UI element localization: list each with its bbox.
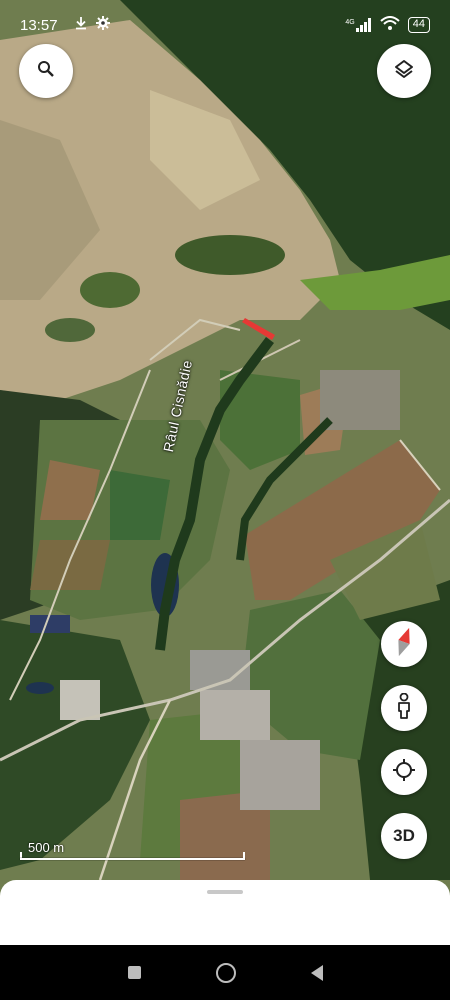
download-icon xyxy=(74,16,88,34)
compass-button[interactable] xyxy=(381,621,427,667)
home-button[interactable] xyxy=(215,962,236,983)
compass-icon xyxy=(395,627,413,662)
cellular-signal-icon: 4G xyxy=(345,18,371,32)
recents-button[interactable] xyxy=(127,966,141,979)
bottom-sheet[interactable] xyxy=(0,880,450,945)
network-type: 4G xyxy=(345,19,355,26)
scale-line xyxy=(20,858,245,860)
search-icon xyxy=(37,60,55,83)
back-button[interactable] xyxy=(310,964,323,981)
my-location-icon xyxy=(392,758,416,787)
pegman-icon xyxy=(396,692,412,724)
my-location-button[interactable] xyxy=(381,749,427,795)
status-bar: 13:57 4G 44 xyxy=(0,0,450,50)
satellite-imagery xyxy=(0,0,450,945)
scale-bar: 500 m xyxy=(20,838,245,862)
settings-gear-icon xyxy=(95,16,110,34)
system-nav-bar xyxy=(0,945,450,1000)
scale-tick-right xyxy=(243,852,245,860)
3d-button-label: 3D xyxy=(393,826,415,845)
search-button[interactable] xyxy=(19,44,73,98)
satellite-map[interactable]: Râul Cisnădie xyxy=(0,0,450,945)
wifi-icon xyxy=(380,16,400,34)
status-time: 13:57 xyxy=(20,16,58,34)
layers-icon xyxy=(393,58,415,85)
scale-label: 500 m xyxy=(28,840,65,855)
battery-level: 44 xyxy=(407,17,430,33)
layers-button[interactable] xyxy=(377,44,431,98)
drag-handle[interactable] xyxy=(207,890,243,894)
3d-button[interactable]: 3D xyxy=(381,813,427,859)
street-view-button[interactable] xyxy=(381,685,427,731)
